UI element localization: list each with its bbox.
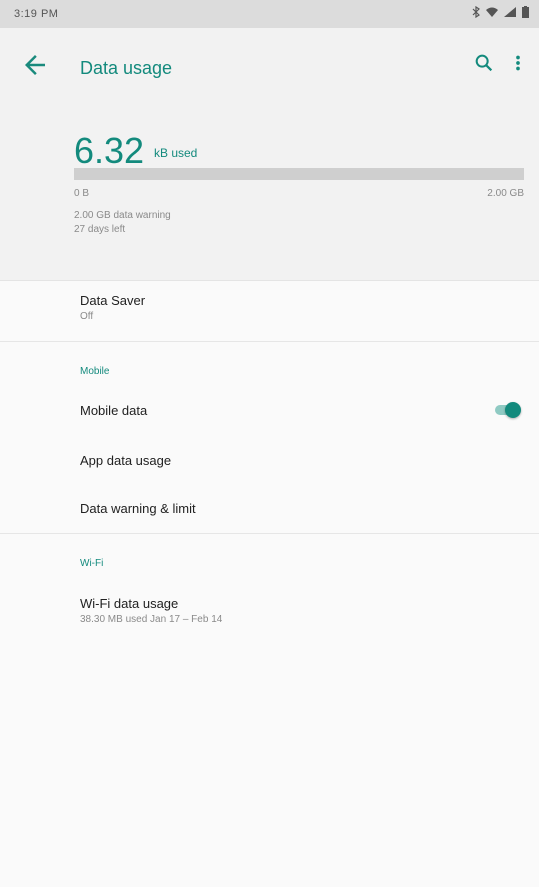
usage-progress-bar <box>74 168 524 180</box>
more-vert-icon <box>516 55 520 71</box>
data-warning-text: 2.00 GB data warning <box>74 210 171 221</box>
signal-icon <box>504 7 516 20</box>
usage-bar-max-label: 2.00 GB <box>487 188 524 199</box>
page-title: Data usage <box>80 58 173 78</box>
search-icon <box>475 54 493 72</box>
bluetooth-icon <box>472 5 480 21</box>
toggle-thumb <box>505 402 521 418</box>
data-saver-status: Off <box>80 311 94 322</box>
mobile-section-header: Mobile <box>80 366 110 377</box>
wifi-data-usage-summary: 38.30 MB used Jan 17 – Feb 14 <box>80 614 223 625</box>
back-button[interactable] <box>20 50 50 80</box>
app-bar: Data usage <box>0 28 539 108</box>
wifi-section-header: Wi-Fi <box>80 558 104 569</box>
search-button[interactable] <box>473 52 499 78</box>
status-time: 3:19 PM <box>14 8 59 20</box>
divider <box>0 341 539 342</box>
data-saver-item[interactable]: Data Saver Off <box>0 281 539 341</box>
divider <box>0 533 539 534</box>
battery-icon <box>522 6 529 21</box>
usage-unit: kB used <box>154 146 198 160</box>
data-warning-limit-label: Data warning & limit <box>80 501 196 516</box>
mobile-data-label: Mobile data <box>80 403 148 418</box>
wifi-data-usage-item[interactable]: Wi-Fi data usage 38.30 MB used Jan 17 – … <box>0 586 539 632</box>
mobile-data-toggle[interactable] <box>493 402 521 418</box>
mobile-data-item[interactable]: Mobile data <box>0 394 539 428</box>
data-saver-title: Data Saver <box>80 293 146 308</box>
usage-bar-min-label: 0 B <box>74 188 90 199</box>
arrow-left-icon <box>25 55 45 75</box>
data-warning-limit-item[interactable]: Data warning & limit <box>0 492 539 526</box>
status-icons <box>472 5 529 21</box>
app-data-usage-item[interactable]: App data usage <box>0 444 539 478</box>
usage-summary: 6.32 kB used 0 B 2.00 GB 2.00 GB data wa… <box>0 108 539 281</box>
more-options-button[interactable] <box>507 52 533 78</box>
app-data-usage-label: App data usage <box>80 453 172 468</box>
wifi-icon <box>486 7 498 20</box>
wifi-data-usage-label: Wi-Fi data usage <box>80 596 179 611</box>
status-bar: 3:19 PM <box>0 0 539 28</box>
days-left-text: 27 days left <box>74 224 126 235</box>
usage-value: 6.32 <box>74 130 145 171</box>
